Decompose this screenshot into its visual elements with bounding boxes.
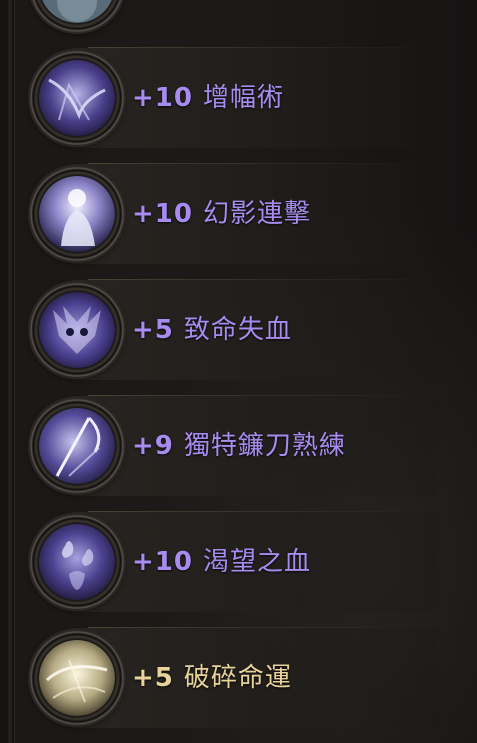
skill-name: 幻影連擊 <box>202 199 311 229</box>
skill-row[interactable]: +9 獨特鐮刀熟練 <box>28 392 438 500</box>
skill-level: +5 <box>132 315 174 345</box>
panel-left-border <box>6 0 14 743</box>
skill-label: +10 渴望之血 <box>132 544 311 580</box>
scythe-mastery-icon <box>39 408 115 484</box>
skill-label: +5 致命失血 <box>132 312 292 348</box>
skill-name: 破碎命運 <box>183 663 292 693</box>
skill-name: 致命失血 <box>183 315 292 345</box>
phantom-strike-icon <box>39 176 115 252</box>
skill-label: +5 破碎命運 <box>132 660 292 696</box>
skill-name: 渴望之血 <box>202 547 311 577</box>
shattered-fate-icon <box>39 640 115 716</box>
partial-skill-icon-top[interactable] <box>30 0 124 32</box>
skill-label: +10 增幅術 <box>132 80 284 116</box>
skill-row[interactable]: +10 幻影連擊 <box>28 160 438 268</box>
skill-name: 獨特鐮刀熟練 <box>183 431 346 461</box>
skill-level: +9 <box>132 431 174 461</box>
skill-level: +10 <box>132 83 193 113</box>
skill-level: +10 <box>132 547 193 577</box>
skill-row[interactable]: +10 渴望之血 <box>28 508 438 616</box>
skill-list-panel: +10 增幅術 +10 幻影連擊 +5 致命失血 +9 獨特鐮刀熟練 +10 渴… <box>0 0 477 743</box>
amplify-icon <box>39 60 115 136</box>
skill-row[interactable]: +5 致命失血 <box>28 276 438 384</box>
skill-name: 增幅術 <box>202 83 284 113</box>
skill-row[interactable]: +5 破碎命運 <box>28 624 438 732</box>
skill-label: +10 幻影連擊 <box>132 196 311 232</box>
skill-level: +5 <box>132 663 174 693</box>
skill-level: +10 <box>132 199 193 229</box>
blood-thirst-icon <box>39 524 115 600</box>
skill-label: +9 獨特鐮刀熟練 <box>132 428 346 464</box>
fatal-bleed-icon <box>39 292 115 368</box>
skill-row[interactable]: +10 增幅術 <box>28 44 438 152</box>
